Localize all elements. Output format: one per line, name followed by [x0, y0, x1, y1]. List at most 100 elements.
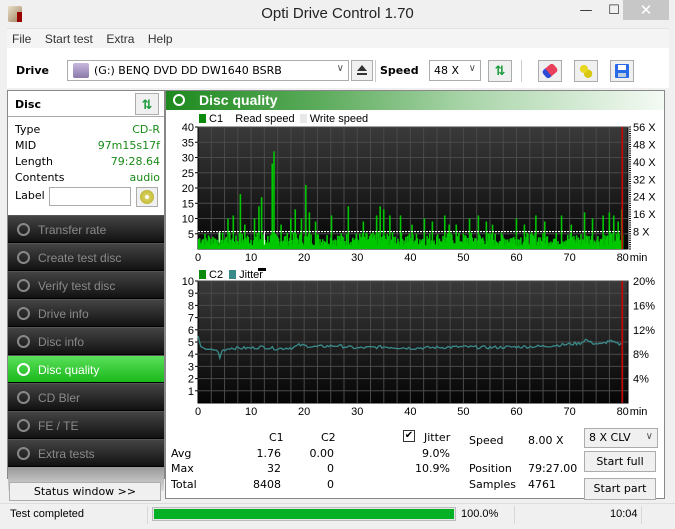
nav-item-extra-tests[interactable]: Extra tests: [8, 439, 164, 467]
total-c2: 0: [327, 478, 334, 491]
nav-item-drive-info[interactable]: Drive info: [8, 299, 164, 327]
nav-menu: Transfer rate Create test disc Verify test…: [8, 215, 164, 491]
y2-tick-label: 16 X: [633, 209, 656, 221]
info-value: 79:28.64: [110, 155, 160, 168]
nav-item-transfer-rate[interactable]: Transfer rate: [8, 215, 164, 243]
stats-row-label: Max: [171, 462, 194, 475]
chevron-down-icon: ∨: [645, 431, 653, 442]
disc-quality-icon: [173, 94, 185, 106]
settings-icon: [579, 64, 593, 78]
start-part-button[interactable]: Start part: [584, 478, 656, 500]
status-window-button[interactable]: Status window >>: [9, 482, 161, 501]
disc-info-row: Length 79:28.64: [15, 155, 160, 169]
x-tick-label: 20: [298, 252, 310, 264]
y2-tick-label: 20%: [633, 276, 655, 288]
x-tick-label: 40: [404, 252, 416, 264]
c1-bar: [239, 194, 242, 249]
y2-tick-label: 8%: [633, 349, 649, 361]
menu-help[interactable]: Help: [143, 29, 178, 49]
x-tick-label: 70: [563, 406, 575, 418]
x-tick-label: 10: [245, 252, 257, 264]
x-tick-label: 30: [351, 252, 363, 264]
refresh-icon: ⇅: [141, 98, 153, 113]
y-tick-label: 4: [188, 349, 194, 361]
y-tick-label: 20: [182, 183, 194, 195]
status-divider: [641, 506, 642, 524]
nav-item-disc-info[interactable]: Disc info: [8, 327, 164, 355]
info-value: audio: [129, 171, 160, 184]
close-button[interactable]: ✕: [623, 0, 669, 20]
menu-extra[interactable]: Extra: [101, 29, 139, 49]
x-axis-unit: min: [630, 406, 648, 418]
y-tick-label: 8: [188, 300, 194, 312]
y2-tick-label: 48 X: [633, 139, 656, 151]
y2-tick-label: 32 X: [633, 174, 656, 186]
nav-item-fe-te[interactable]: FE / TE: [8, 411, 164, 439]
speed-label: Speed: [380, 64, 419, 77]
y-tick-label: 3: [188, 361, 194, 373]
info-key: Type: [15, 123, 41, 136]
disc-info-row: Type CD-R: [15, 123, 160, 137]
c1-chart: 0 10 20 30 40 50 60 70 80 min 5 10 15 20 25 30 35 40 8 X 16…: [182, 122, 657, 264]
menu-file[interactable]: File: [7, 29, 36, 49]
label-cd-button[interactable]: [136, 187, 158, 207]
clv-speed-select[interactable]: 8 X CLV ∨: [584, 428, 658, 448]
samples-label: Samples: [469, 478, 516, 491]
nav-label: Disc info: [38, 335, 85, 349]
y-tick-label: 10: [182, 276, 194, 288]
nav-label: Create test disc: [38, 251, 122, 265]
settings-button[interactable]: [574, 60, 598, 82]
max-c2: 0: [327, 462, 334, 475]
y2-tick-label: 16%: [633, 300, 655, 312]
refresh-icon: ⇅: [494, 63, 506, 79]
clv-value: 8 X CLV: [589, 431, 631, 444]
disc-info-row: Contents audio: [15, 171, 160, 185]
y-tick-label: 25: [182, 168, 194, 180]
nav-label: Disc quality: [38, 363, 100, 377]
nav-item-disc-quality[interactable]: Disc quality: [8, 355, 164, 383]
c1-bar: [591, 218, 594, 249]
max-c1: 32: [267, 462, 281, 475]
start-full-button[interactable]: Start full: [584, 451, 656, 472]
avg-c2: 0.00: [309, 447, 335, 460]
y-tick-label: 5: [188, 229, 194, 241]
y-tick-label: 10: [182, 214, 194, 226]
erase-button[interactable]: [538, 60, 562, 82]
cd-icon: [140, 190, 154, 204]
progress-bar: [152, 507, 456, 521]
left-panel: Disc ⇅ Type CD-R MID 97m15s17f Length 79:28…: [7, 90, 165, 491]
x-axis-unit: min: [630, 252, 648, 264]
progress-fill: [154, 509, 454, 519]
status-bar: Test completed 100.0% 10:04: [0, 503, 675, 529]
drive-label: Drive: [16, 64, 49, 77]
nav-item-cd-bler[interactable]: CD Bler: [8, 383, 164, 411]
y-tick-label: 40: [182, 122, 194, 134]
nav-item-create-test-disc[interactable]: Create test disc: [8, 243, 164, 271]
x-tick-label: 30: [351, 406, 363, 418]
nav-item-verify-test-disc[interactable]: Verify test disc: [8, 271, 164, 299]
minimize-button[interactable]: —: [572, 0, 600, 20]
y-tick-label: 15: [182, 198, 194, 210]
panel-header: Disc quality: [166, 91, 664, 110]
menu-bar: File Start test Extra Help: [7, 28, 669, 48]
eject-button[interactable]: [351, 60, 373, 81]
avg-c1: 1.76: [256, 447, 282, 460]
drive-select[interactable]: (G:) BENQ DVD DD DW1640 BSRB ∨: [67, 60, 349, 81]
x-tick-label: 60: [510, 406, 522, 418]
refresh-button[interactable]: ⇅: [488, 60, 512, 82]
y-tick-label: 30: [182, 153, 194, 165]
info-key: Length: [15, 155, 53, 168]
c1-bar: [423, 218, 426, 249]
disc-refresh-button[interactable]: ⇅: [135, 93, 159, 115]
speed-select[interactable]: 48 X ∨: [429, 60, 481, 81]
jitter-checkbox[interactable]: ✔: [403, 430, 415, 442]
y-tick-label: 5: [188, 337, 194, 349]
chevron-down-icon: ∨: [468, 63, 476, 74]
x-tick-label: 70: [563, 252, 575, 264]
save-button[interactable]: [610, 60, 634, 82]
main-panel: Disc quality C1 Read speed Write speed 0…: [165, 90, 665, 500]
status-divider: [147, 506, 148, 524]
label-input[interactable]: [49, 187, 131, 206]
stats-row-label: Total: [171, 478, 197, 491]
menu-start-test[interactable]: Start test: [40, 29, 98, 49]
